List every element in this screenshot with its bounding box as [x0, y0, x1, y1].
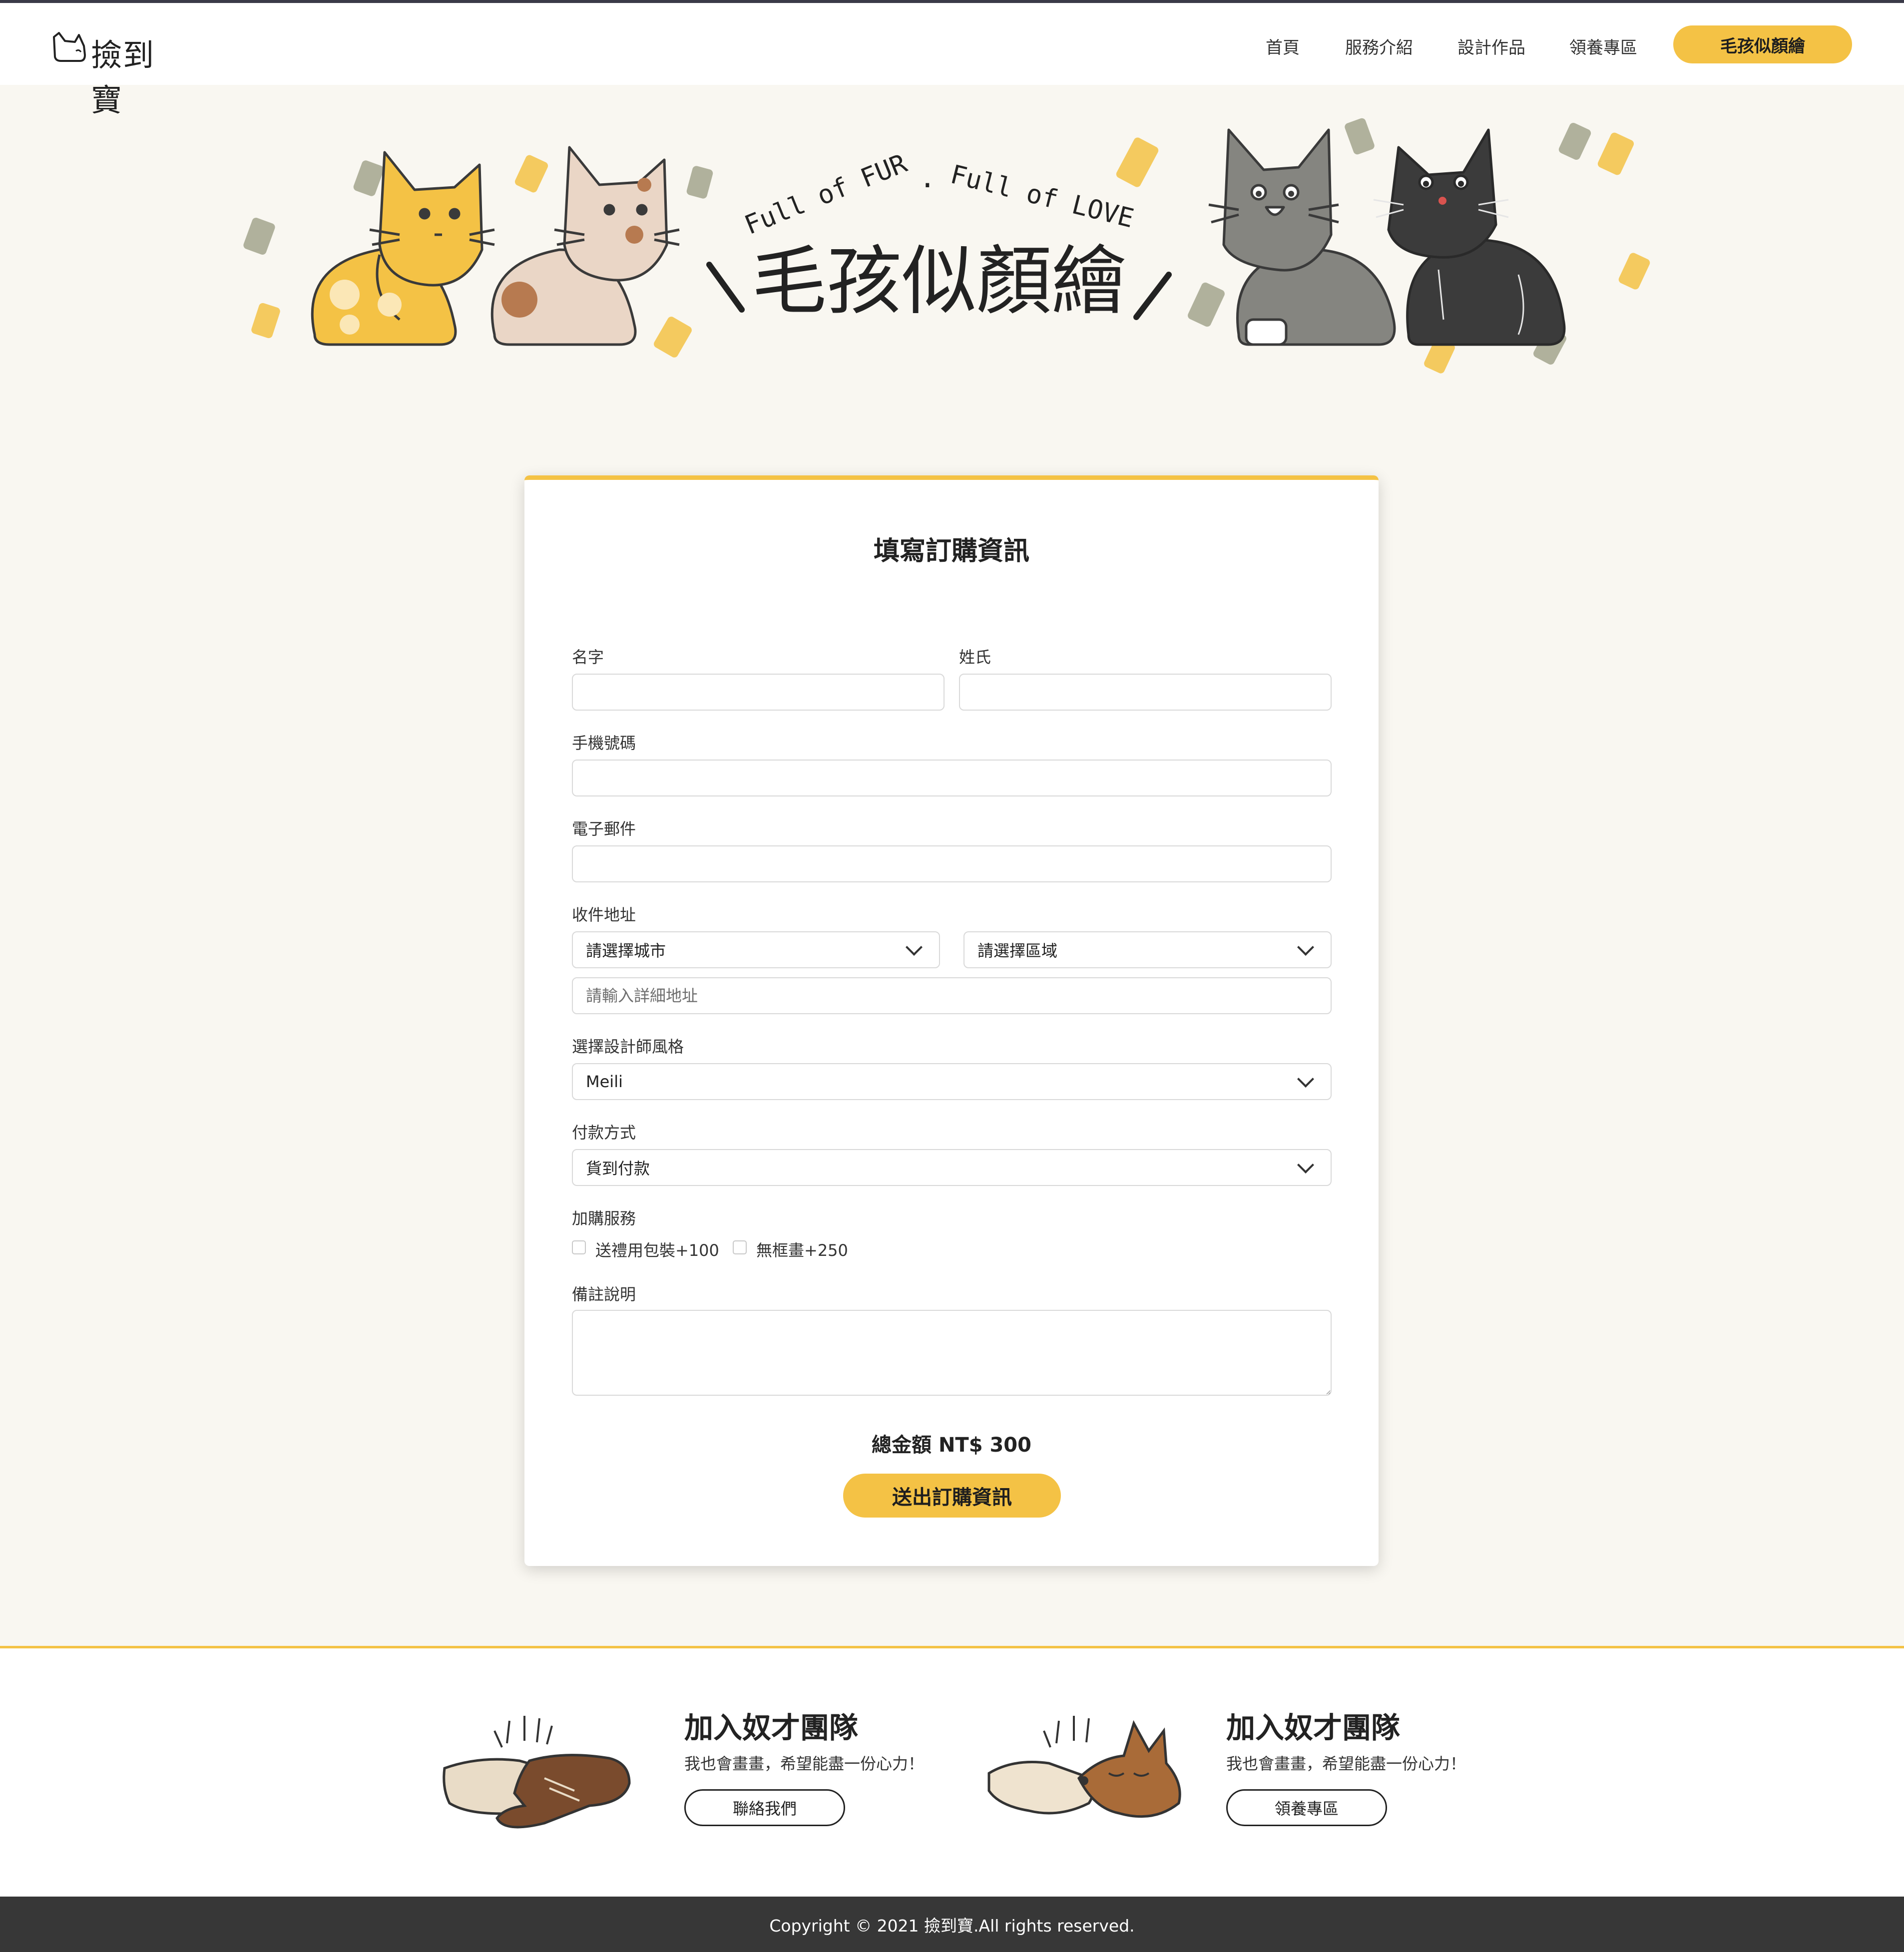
- footer-block-1-title: 加入奴才團隊: [684, 1711, 859, 1745]
- nav-cta-button[interactable]: 毛孩似顏繪: [1673, 25, 1852, 63]
- chevron-down-icon: [906, 939, 923, 956]
- footer-block-2-desc: 我也會畫畫，希望能盡一份心力！: [1226, 1754, 1466, 1773]
- address-detail-input[interactable]: [572, 977, 1332, 1014]
- payment-select-value: 貨到付款: [586, 1159, 650, 1178]
- site-header: 撿到寶 首頁 服務介紹 設計作品 領養專區 毛孩似顏繪: [0, 3, 1904, 118]
- chevron-down-icon: [1297, 939, 1314, 956]
- addon-label: 加購服務: [572, 1209, 636, 1228]
- email-input[interactable]: [572, 845, 1332, 882]
- grey-tabby-cat-illustration: [1208, 128, 1396, 346]
- notes-label: 備註說明: [572, 1285, 636, 1304]
- chevron-down-icon: [1297, 1071, 1314, 1088]
- form-title: 填寫訂購資訊: [873, 536, 1029, 566]
- nav-link-services[interactable]: 服務介紹: [1345, 34, 1413, 58]
- frameless-label: 無框畫+250: [756, 1241, 848, 1260]
- designer-label: 選擇設計師風格: [572, 1037, 684, 1056]
- right-slash-decoration: [1133, 272, 1172, 320]
- district-select-value: 請選擇區域: [977, 941, 1058, 960]
- nav-link-works[interactable]: 設計作品: [1457, 34, 1525, 58]
- payment-select[interactable]: 貨到付款: [572, 1149, 1332, 1186]
- hero-banner: Full of FUR . Full of LOVE 毛孩似顏繪: [0, 85, 1904, 394]
- order-total: 總金額 NT$ 300: [872, 1434, 1031, 1457]
- hero-tagline-left: Full of FUR: [740, 148, 911, 241]
- footer-cta-section: 加入奴才團隊 我也會畫畫，希望能盡一份心力！ 聯絡我們 加入奴才團隊 我也會畫畫…: [0, 1646, 1904, 1897]
- copyright-bar: Copyright © 2021 撿到寶.All rights reserved…: [0, 1897, 1904, 1952]
- left-slash-decoration: [706, 262, 745, 313]
- site-logo[interactable]: 撿到寶: [50, 26, 180, 118]
- cat-logo-icon: [53, 32, 86, 62]
- phone-label: 手機號碼: [572, 734, 636, 753]
- designer-select[interactable]: Meili: [572, 1063, 1332, 1100]
- designer-select-value: Meili: [586, 1072, 623, 1091]
- frameless-checkbox[interactable]: [733, 1240, 747, 1254]
- phone-input[interactable]: [572, 760, 1332, 796]
- dog-hand-illustration: [987, 1716, 1181, 1818]
- first-name-input[interactable]: [572, 674, 945, 711]
- handshake-illustration: [443, 1716, 631, 1829]
- city-select-value: 請選擇城市: [586, 941, 666, 960]
- first-name-label: 名字: [572, 648, 604, 667]
- last-name-label: 姓氏: [959, 648, 991, 667]
- footer-block-2-title: 加入奴才團隊: [1226, 1711, 1401, 1745]
- district-select[interactable]: 請選擇區域: [963, 931, 1332, 968]
- nav-link-adoption[interactable]: 領養專區: [1569, 34, 1637, 58]
- gift-wrap-checkbox[interactable]: [572, 1240, 586, 1254]
- address-label: 收件地址: [572, 905, 636, 924]
- chevron-down-icon: [1297, 1157, 1314, 1173]
- orange-cat-illustration: [311, 151, 495, 346]
- last-name-input[interactable]: [959, 674, 1332, 711]
- hero-illustration: Full of FUR . Full of LOVE 毛孩似顏繪: [243, 118, 1650, 374]
- hero-tagline-dot: .: [919, 162, 936, 194]
- submit-order-button[interactable]: 送出訂購資訊: [843, 1474, 1061, 1518]
- copyright-text: Copyright © 2021 撿到寶.All rights reserved…: [769, 1916, 1135, 1936]
- hero-tagline-right: Full of LOVE: [948, 159, 1137, 234]
- contact-us-button[interactable]: 聯絡我們: [684, 1789, 845, 1826]
- gift-wrap-label: 送禮用包裝+100: [595, 1241, 719, 1260]
- order-form-card: 填寫訂購資訊 名字 姓氏 手機號碼 電子郵件 收件地址 請選擇城市 請選擇區域 …: [524, 475, 1379, 1566]
- footer-block-1-desc: 我也會畫畫，希望能盡一份心力！: [684, 1754, 925, 1773]
- hero-title: 毛孩似顏繪: [752, 238, 1126, 325]
- payment-label: 付款方式: [572, 1123, 636, 1142]
- city-select[interactable]: 請選擇城市: [572, 931, 940, 968]
- nav-link-home[interactable]: 首頁: [1266, 34, 1300, 58]
- adoption-button[interactable]: 領養專區: [1226, 1789, 1387, 1826]
- notes-textarea[interactable]: [572, 1310, 1332, 1396]
- black-cat-illustration: [1373, 128, 1566, 346]
- email-label: 電子郵件: [572, 819, 636, 838]
